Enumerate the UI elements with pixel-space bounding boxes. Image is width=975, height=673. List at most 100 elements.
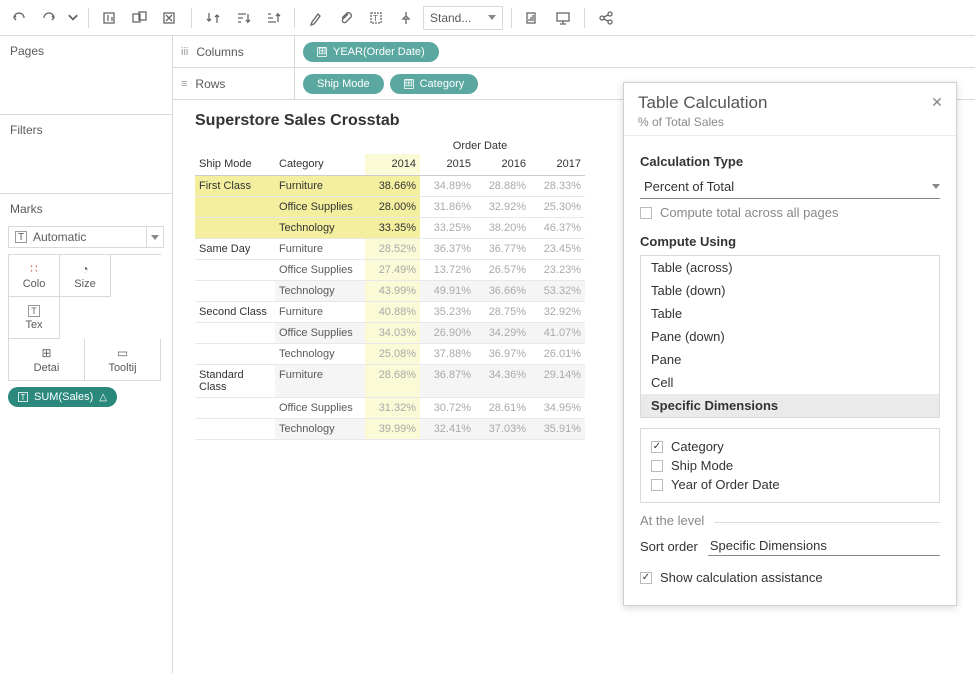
category-cell[interactable]: Office Supplies — [275, 197, 365, 218]
data-cell[interactable]: 28.00% — [365, 197, 420, 218]
data-cell[interactable]: 43.99% — [365, 281, 420, 302]
compute-option[interactable]: Specific Dimensions — [641, 394, 939, 417]
data-cell[interactable]: 31.86% — [420, 197, 475, 218]
pages-shelf[interactable] — [0, 62, 172, 114]
data-cell[interactable]: 25.30% — [530, 197, 585, 218]
column-header[interactable]: Category — [275, 154, 365, 176]
clear-sheet-button[interactable] — [157, 6, 183, 30]
compute-option[interactable]: Pane (down) — [641, 325, 939, 348]
category-cell[interactable]: Office Supplies — [275, 398, 365, 419]
sort-desc-button[interactable] — [260, 6, 286, 30]
dimension-checkbox[interactable]: Ship Mode — [651, 458, 929, 473]
data-cell[interactable]: 32.41% — [420, 419, 475, 440]
data-cell[interactable]: 28.52% — [365, 239, 420, 260]
rows-pill-shipmode[interactable]: Ship Mode — [303, 74, 384, 94]
ship-mode-cell[interactable] — [195, 260, 275, 281]
filters-shelf[interactable] — [0, 141, 172, 193]
compute-option[interactable]: Table (across) — [641, 256, 939, 279]
show-assistance-checkbox[interactable]: Show calculation assistance — [640, 570, 940, 585]
presentation-button[interactable] — [550, 6, 576, 30]
data-cell[interactable]: 33.25% — [420, 218, 475, 239]
fit-select[interactable]: Stand... — [423, 6, 503, 30]
ship-mode-cell[interactable] — [195, 281, 275, 302]
ship-mode-cell[interactable]: Standard Class — [195, 365, 275, 398]
category-cell[interactable]: Technology — [275, 419, 365, 440]
compute-option[interactable]: Table (down) — [641, 279, 939, 302]
ship-mode-cell[interactable] — [195, 197, 275, 218]
data-cell[interactable]: 25.08% — [365, 344, 420, 365]
category-cell[interactable]: Technology — [275, 344, 365, 365]
ship-mode-cell[interactable] — [195, 218, 275, 239]
new-sheet-button[interactable] — [97, 6, 123, 30]
attach-button[interactable] — [333, 6, 359, 30]
dialog-close-button[interactable]: ✕ — [928, 93, 946, 111]
data-cell[interactable]: 33.35% — [365, 218, 420, 239]
column-header[interactable]: 2017 — [530, 154, 585, 176]
data-cell[interactable]: 36.87% — [420, 365, 475, 398]
data-cell[interactable]: 41.07% — [530, 323, 585, 344]
data-cell[interactable]: 28.33% — [530, 176, 585, 197]
compute-option[interactable]: Cell — [641, 371, 939, 394]
data-cell[interactable]: 26.57% — [475, 260, 530, 281]
data-cell[interactable]: 34.89% — [420, 176, 475, 197]
highlight-button[interactable] — [303, 6, 329, 30]
text-card[interactable]: TTex — [9, 297, 60, 339]
calc-type-select[interactable]: Percent of Total — [640, 175, 940, 199]
data-cell[interactable]: 36.97% — [475, 344, 530, 365]
redo-button[interactable] — [36, 6, 62, 30]
data-cell[interactable]: 34.95% — [530, 398, 585, 419]
detail-card[interactable]: ⊞Detai — [9, 339, 85, 381]
category-cell[interactable]: Furniture — [275, 365, 365, 398]
data-cell[interactable]: 13.72% — [420, 260, 475, 281]
column-header[interactable]: Ship Mode — [195, 154, 275, 176]
redo-dropdown[interactable] — [66, 6, 80, 30]
columns-shelf[interactable]: iiiColumns ⊞YEAR(Order Date) — [173, 36, 975, 68]
category-cell[interactable]: Office Supplies — [275, 260, 365, 281]
category-cell[interactable]: Technology — [275, 281, 365, 302]
rows-pill-category[interactable]: ⊞Category — [390, 74, 479, 94]
data-cell[interactable]: 35.91% — [530, 419, 585, 440]
data-cell[interactable]: 32.92% — [530, 302, 585, 323]
ship-mode-cell[interactable] — [195, 344, 275, 365]
data-cell[interactable]: 53.32% — [530, 281, 585, 302]
ship-mode-cell[interactable]: Same Day — [195, 239, 275, 260]
category-cell[interactable]: Furniture — [275, 302, 365, 323]
columns-pill-year[interactable]: ⊞YEAR(Order Date) — [303, 42, 439, 62]
compute-using-listbox[interactable]: Table (across)Table (down)TablePane (dow… — [640, 255, 940, 418]
data-cell[interactable]: 26.90% — [420, 323, 475, 344]
data-cell[interactable]: 28.75% — [475, 302, 530, 323]
data-cell[interactable]: 34.03% — [365, 323, 420, 344]
column-header[interactable]: 2014 — [365, 154, 420, 176]
duplicate-sheet-button[interactable] — [127, 6, 153, 30]
ship-mode-cell[interactable]: First Class — [195, 176, 275, 197]
category-cell[interactable]: Furniture — [275, 176, 365, 197]
data-cell[interactable]: 36.37% — [420, 239, 475, 260]
data-cell[interactable]: 40.88% — [365, 302, 420, 323]
share-button[interactable] — [593, 6, 619, 30]
compute-option[interactable]: Pane — [641, 348, 939, 371]
data-cell[interactable]: 34.36% — [475, 365, 530, 398]
data-cell[interactable]: 34.29% — [475, 323, 530, 344]
compute-all-pages-checkbox[interactable]: Compute total across all pages — [640, 205, 940, 220]
data-cell[interactable]: 30.72% — [420, 398, 475, 419]
ship-mode-cell[interactable] — [195, 323, 275, 344]
ship-mode-cell[interactable] — [195, 419, 275, 440]
data-cell[interactable]: 28.61% — [475, 398, 530, 419]
data-cell[interactable]: 37.03% — [475, 419, 530, 440]
compute-option[interactable]: Table — [641, 302, 939, 325]
swap-button[interactable] — [200, 6, 226, 30]
dimension-checkbox[interactable]: Category — [651, 439, 929, 454]
color-card[interactable]: ∷Colo — [9, 255, 60, 297]
data-cell[interactable]: 35.23% — [420, 302, 475, 323]
data-cell[interactable]: 36.66% — [475, 281, 530, 302]
show-me-button[interactable] — [520, 6, 546, 30]
data-cell[interactable]: 28.68% — [365, 365, 420, 398]
sort-asc-button[interactable] — [230, 6, 256, 30]
tooltip-card[interactable]: ▭Tooltij — [85, 339, 161, 381]
data-cell[interactable]: 31.32% — [365, 398, 420, 419]
pin-button[interactable] — [393, 6, 419, 30]
data-cell[interactable]: 38.20% — [475, 218, 530, 239]
data-cell[interactable]: 32.92% — [475, 197, 530, 218]
size-card[interactable]: ◔Size — [60, 255, 111, 297]
data-cell[interactable]: 37.88% — [420, 344, 475, 365]
